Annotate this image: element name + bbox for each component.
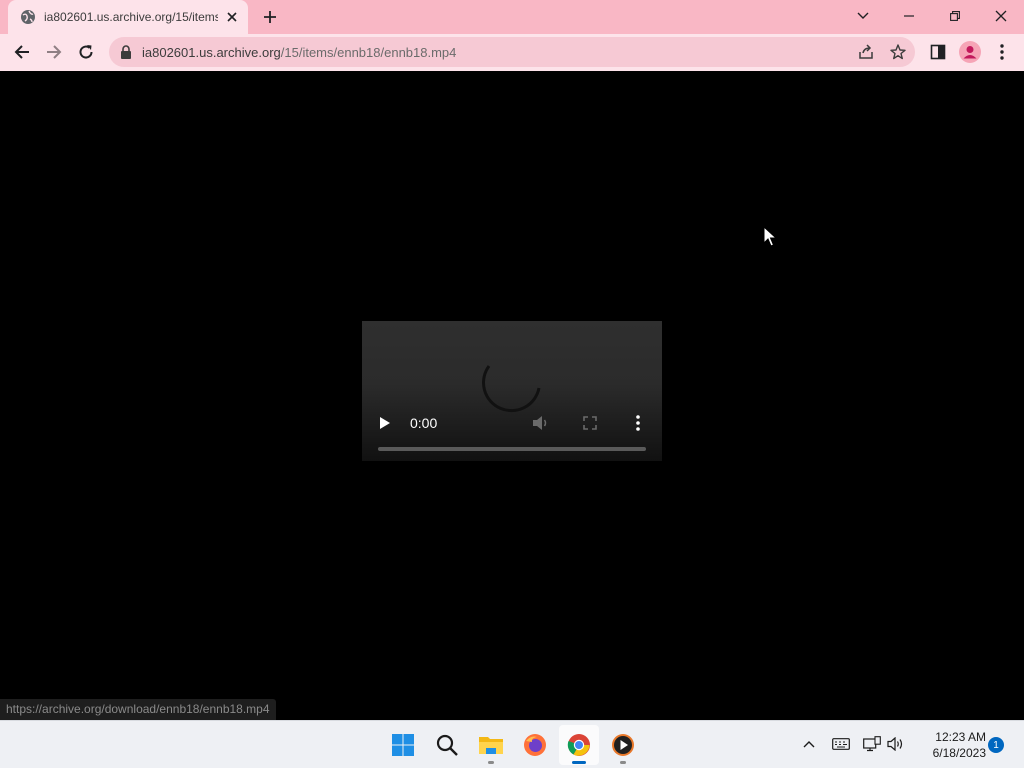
clock-time: 12:23 AM bbox=[935, 730, 986, 744]
current-time: 0:00 bbox=[410, 415, 438, 431]
globe-icon bbox=[20, 9, 36, 25]
search-icon bbox=[436, 734, 458, 756]
video-progress-bar[interactable] bbox=[378, 447, 646, 451]
profile-avatar-icon[interactable] bbox=[958, 40, 982, 64]
mouse-cursor-icon bbox=[763, 226, 777, 247]
more-options-icon[interactable] bbox=[632, 414, 644, 432]
taskbar-firefox[interactable] bbox=[515, 725, 555, 765]
file-explorer-icon bbox=[479, 737, 503, 754]
forward-button[interactable] bbox=[40, 38, 68, 66]
video-player[interactable]: 0:00 bbox=[362, 321, 662, 461]
taskbar-file-explorer[interactable] bbox=[471, 725, 511, 765]
back-button[interactable] bbox=[8, 38, 36, 66]
system-clock[interactable]: 12:23 AM 6/18/2023 bbox=[912, 729, 986, 761]
running-indicator bbox=[488, 761, 494, 764]
tab-strip: ia802601.us.archive.org/15/items/ennb18/… bbox=[0, 0, 1024, 34]
media-player-icon bbox=[612, 734, 634, 756]
browser-menu-icon[interactable] bbox=[990, 40, 1014, 64]
minimize-button[interactable] bbox=[886, 0, 932, 32]
bookmark-star-icon[interactable] bbox=[889, 43, 907, 61]
address-bar[interactable]: ia802601.us.archive.org/15/items/ennb18/… bbox=[109, 37, 915, 67]
start-button[interactable] bbox=[383, 725, 423, 765]
link-status-bar: https://archive.org/download/ennb18/ennb… bbox=[0, 699, 276, 720]
browser-window-frame: ia802601.us.archive.org/15/items/ennb18/… bbox=[0, 0, 1024, 71]
fullscreen-icon[interactable] bbox=[582, 415, 598, 431]
tab-close-icon[interactable] bbox=[224, 9, 240, 25]
firefox-icon bbox=[524, 734, 546, 756]
keyboard-tray-button[interactable] bbox=[830, 733, 852, 755]
taskbar-search-button[interactable] bbox=[427, 725, 467, 765]
url-text[interactable]: ia802601.us.archive.org/15/items/ennb18/… bbox=[142, 45, 456, 60]
windows-taskbar: 12:23 AM 6/18/2023 1 bbox=[0, 720, 1024, 768]
tab-title: ia802601.us.archive.org/15/items/ennb18/… bbox=[44, 10, 219, 24]
notification-badge[interactable]: 1 bbox=[988, 737, 1004, 753]
network-icon bbox=[863, 736, 881, 752]
browser-toolbar: ia802601.us.archive.org/15/items/ennb18/… bbox=[0, 34, 1024, 71]
reload-button[interactable] bbox=[72, 38, 100, 66]
restore-button[interactable] bbox=[932, 0, 978, 32]
speaker-icon bbox=[887, 737, 903, 751]
show-hidden-icons-button[interactable] bbox=[798, 733, 820, 755]
url-path: /15/items/ennb18/ennb18.mp4 bbox=[280, 45, 457, 60]
running-indicator bbox=[572, 761, 586, 764]
share-icon[interactable] bbox=[857, 43, 875, 61]
side-panel-icon[interactable] bbox=[926, 40, 950, 64]
clock-date: 6/18/2023 bbox=[932, 746, 986, 760]
video-controls: 0:00 bbox=[362, 408, 662, 438]
taskbar-media-player[interactable] bbox=[603, 725, 643, 765]
close-window-button[interactable] bbox=[978, 0, 1024, 32]
chevron-up-icon bbox=[803, 741, 815, 748]
play-icon[interactable] bbox=[378, 416, 392, 430]
lock-icon[interactable] bbox=[119, 44, 133, 60]
start-icon bbox=[392, 734, 414, 756]
running-indicator bbox=[620, 761, 626, 764]
browser-tab[interactable]: ia802601.us.archive.org/15/items/ennb18/… bbox=[8, 0, 248, 34]
volume-tray-button[interactable] bbox=[885, 733, 907, 755]
page-content: 0:00 bbox=[0, 71, 1024, 720]
volume-icon[interactable] bbox=[532, 415, 550, 431]
chrome-icon bbox=[567, 734, 590, 756]
tab-search-button[interactable] bbox=[840, 0, 886, 32]
taskbar-chrome[interactable] bbox=[559, 725, 599, 765]
network-tray-button[interactable] bbox=[861, 733, 883, 755]
keyboard-icon bbox=[832, 738, 850, 750]
new-tab-button[interactable] bbox=[258, 6, 282, 28]
url-host: ia802601.us.archive.org bbox=[142, 45, 281, 60]
